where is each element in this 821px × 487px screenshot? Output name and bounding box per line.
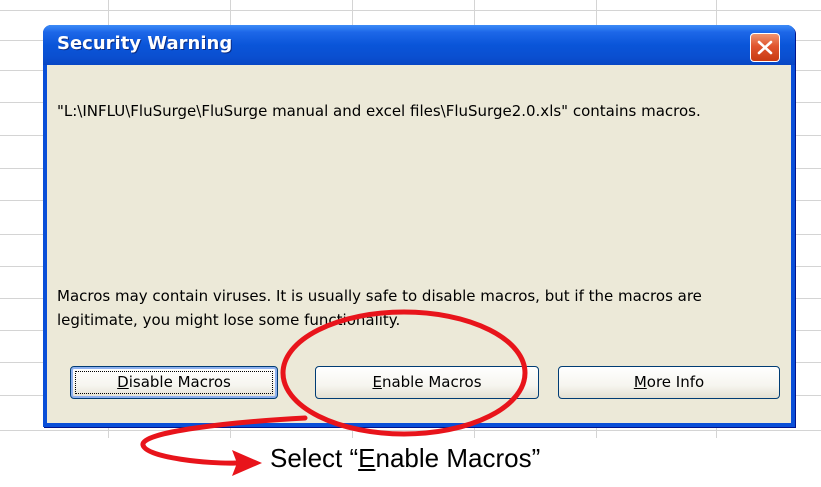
mnemonic: E <box>372 373 382 391</box>
label-text: ore Info <box>646 373 705 391</box>
dialog-titlebar[interactable]: Security Warning <box>43 25 795 65</box>
mnemonic: D <box>117 373 129 391</box>
red-arrow-head <box>232 450 262 476</box>
label-text: nable Macros <box>381 373 482 391</box>
disable-macros-button[interactable]: Disable Macros <box>70 366 278 399</box>
virus-warning-message: Macros may contain viruses. It is usuall… <box>57 287 702 329</box>
disable-macros-label: Disable Macros <box>117 373 231 391</box>
caption-rest: nable Macros” <box>375 443 541 473</box>
more-info-label: More Info <box>634 373 704 391</box>
close-icon <box>757 40 773 55</box>
grid-line <box>0 10 821 11</box>
enable-macros-label: Enable Macros <box>372 373 481 391</box>
close-button[interactable] <box>750 33 780 62</box>
security-warning-dialog: Security Warning "L:\INFLU\FluSurge\FluS… <box>43 25 795 427</box>
enable-macros-button[interactable]: Enable Macros <box>315 366 539 399</box>
mnemonic: M <box>633 373 647 391</box>
label-text: isable Macros <box>128 373 231 391</box>
caption-prefix: Select “ <box>270 443 359 473</box>
caption-mnemonic: E <box>358 443 376 473</box>
grid-line <box>0 430 821 431</box>
instruction-caption: Select “Enable Macros” <box>270 443 540 474</box>
dialog-body: "L:\INFLU\FluSurge\FluSurge manual and e… <box>47 65 791 423</box>
dialog-title: Security Warning <box>57 33 233 54</box>
screenshot-stage: Security Warning "L:\INFLU\FluSurge\FluS… <box>0 0 821 487</box>
more-info-button[interactable]: More Info <box>558 366 780 399</box>
macro-file-message: "L:\INFLU\FluSurge\FluSurge manual and e… <box>57 102 701 120</box>
